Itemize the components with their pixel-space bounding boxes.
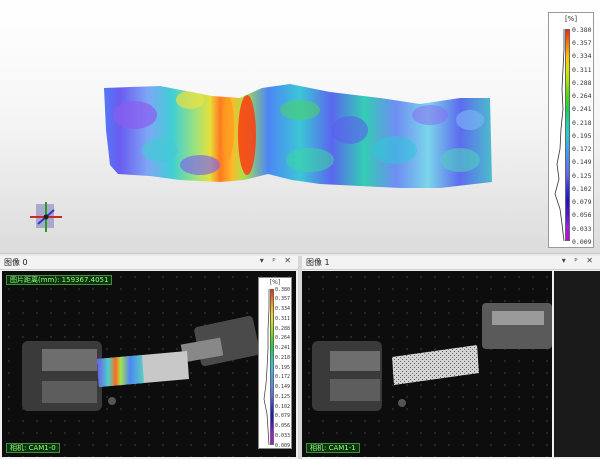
camera-colorbar-tick: 0.241	[275, 345, 291, 351]
camera-colorbar-tick: 0.288	[275, 325, 291, 332]
colorbar-tick: 0.334	[572, 52, 592, 61]
camera-colorbar-tick: 0.009	[275, 442, 291, 449]
camera-colorbar-histogram	[263, 289, 270, 445]
camera-image-1	[302, 271, 552, 457]
colorbar-tick: 0.195	[572, 131, 592, 140]
strain-colorbar: [%] 0.380 0.357 0.334 0.311 0.288 0.264 0.241 0…	[548, 12, 594, 248]
camera-label-0: 相机: CAM1-0	[6, 443, 60, 453]
colorbar-tick: 0.009	[572, 237, 592, 246]
image-panel-1-title: 图像 1	[306, 258, 330, 267]
image-panel-0-titlebar: 图像 0 ▾ ᵖ ✕	[0, 256, 298, 270]
colorbar-tick: 0.079	[572, 198, 592, 206]
camera-colorbar-unit: [%]	[269, 279, 281, 286]
camera-colorbar-tick: 0.033	[275, 432, 291, 439]
camera-colorbar-tick: 0.172	[275, 374, 291, 381]
camera-view-0[interactable]: 图片距离(mm): 159367.4051 相机: CAM1-0 [%] 0.3…	[2, 271, 296, 457]
camera-colorbar-tick: 0.357	[275, 296, 291, 303]
colorbar-tick: 0.357	[572, 39, 592, 47]
camera-colorbar-tick: 0.079	[275, 413, 291, 420]
strain-contour-specimen[interactable]	[0, 0, 520, 254]
image-panel-1-titlebar: 图像 1 ▾ ᵖ ✕	[302, 256, 600, 270]
colorbar-tick: 0.288	[572, 78, 592, 87]
colorbar-tick: 0.056	[572, 211, 592, 220]
camera-colorbar-gradient	[270, 289, 274, 445]
colorbar-tick: 0.102	[572, 184, 592, 193]
image-panel-1: 图像 1 ▾ ᵖ ✕ 相机: CAM1-1	[302, 256, 600, 459]
camera-colorbar-tick: 0.195	[275, 364, 291, 371]
camera-colorbar: [%] 0.380 0.357 0.334 0.311 0.288 0.264 0.241 0…	[258, 277, 292, 449]
panel-window-controls[interactable]: ▾ ᵖ ✕	[562, 256, 596, 265]
colorbar-histogram	[554, 29, 565, 241]
image-distance-label: 图片距离(mm): 159367.4051	[6, 275, 113, 285]
camera-view-1[interactable]: 相机: CAM1-1	[302, 271, 552, 457]
panel-window-controls[interactable]: ▾ ᵖ ✕	[260, 256, 294, 265]
camera-colorbar-tick: 0.102	[275, 403, 291, 410]
axes-triad-icon[interactable]	[28, 198, 68, 238]
image-panel-0-title: 图像 0	[4, 258, 28, 267]
camera-colorbar-tick: 0.380	[275, 286, 291, 293]
colorbar-tick: 0.033	[572, 224, 592, 233]
colorbar-tick: 0.218	[572, 118, 592, 127]
colorbar-tick: 0.380	[572, 25, 592, 34]
colorbar-tick: 0.149	[572, 158, 592, 167]
camera-label-1: 相机: CAM1-1	[306, 443, 360, 453]
camera-image-0	[2, 271, 296, 457]
3d-viewport[interactable]: [%] 0.380 0.357 0.334 0.311 0.288 0.264 0.241 0…	[0, 0, 600, 254]
colorbar-tick: 0.172	[572, 145, 592, 153]
colorbar-tick: 0.125	[572, 171, 592, 180]
camera-colorbar-tick: 0.218	[275, 354, 291, 361]
colorbar-unit: [%]	[564, 15, 578, 23]
colorbar-tick: 0.311	[572, 65, 592, 74]
camera-colorbar-tick: 0.334	[275, 306, 291, 312]
camera-colorbar-tick: 0.311	[275, 315, 291, 322]
camera-colorbar-tick: 0.056	[275, 423, 291, 429]
colorbar-tick: 0.241	[572, 105, 592, 114]
colorbar-gradient	[565, 29, 570, 241]
camera-colorbar-tick: 0.149	[275, 384, 291, 390]
camera-colorbar-tick: 0.125	[275, 393, 291, 400]
camera-view-1-background	[554, 271, 600, 457]
image-panel-0: 图像 0 ▾ ᵖ ✕ 图片距离(mm): 159367.4051 相机: CAM…	[0, 256, 298, 459]
camera-colorbar-tick: 0.264	[275, 335, 291, 342]
colorbar-tick: 0.264	[572, 92, 592, 100]
